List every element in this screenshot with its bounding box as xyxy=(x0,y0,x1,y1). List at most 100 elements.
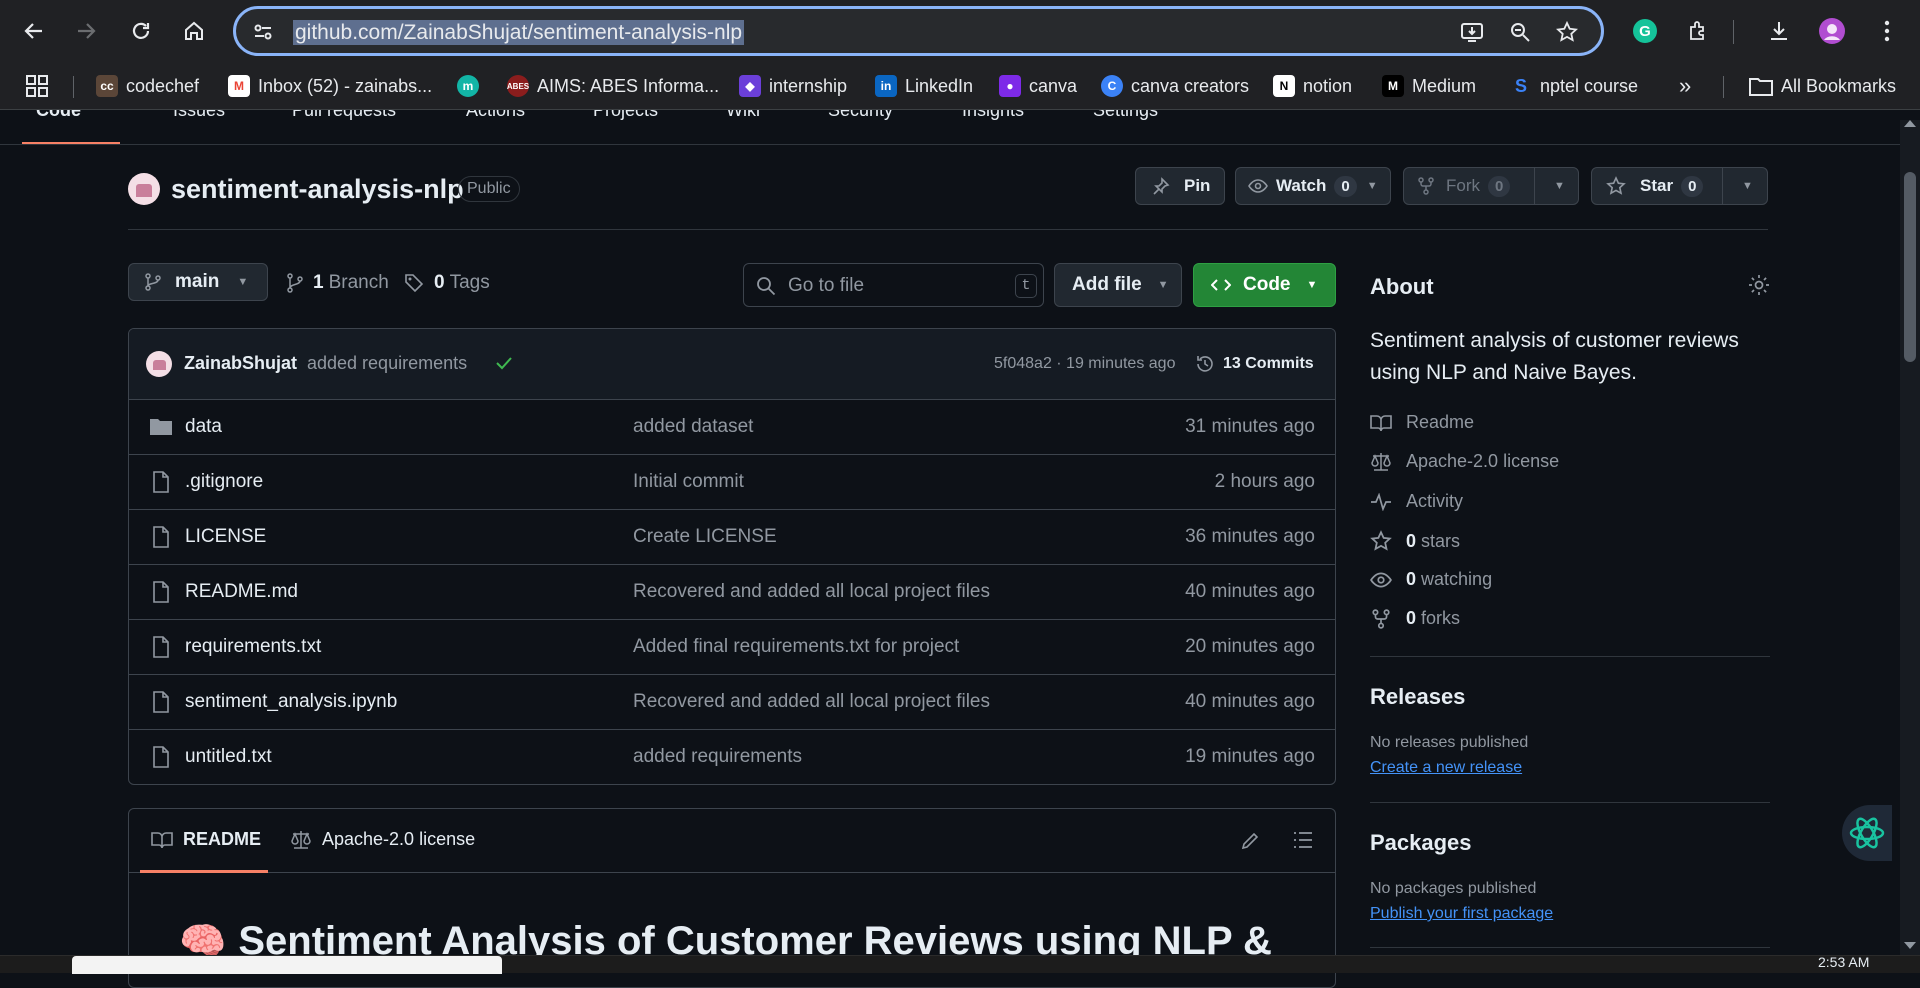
file-name[interactable]: untitled.txt xyxy=(185,746,272,768)
commit-message[interactable]: added requirements xyxy=(307,353,467,374)
table-row[interactable]: data added dataset 31 minutes ago xyxy=(129,400,1335,455)
releases-title[interactable]: Releases xyxy=(1370,684,1465,710)
bookmark-star-icon[interactable] xyxy=(1554,19,1580,45)
packages-title[interactable]: Packages xyxy=(1370,830,1472,856)
file-name[interactable]: requirements.txt xyxy=(185,636,321,658)
author-avatar[interactable] xyxy=(146,351,172,377)
commit-sha-time[interactable]: 5f048a2 · 19 minutes ago xyxy=(994,355,1175,373)
scrollbar-thumb[interactable] xyxy=(1904,172,1916,362)
table-row[interactable]: requirements.txt Added final requirement… xyxy=(129,620,1335,675)
file-name[interactable]: sentiment_analysis.ipynb xyxy=(185,691,397,713)
apps-grid-icon[interactable] xyxy=(26,72,48,100)
create-release-link[interactable]: Create a new release xyxy=(1370,759,1522,777)
star-button[interactable]: Star 0 ▼ xyxy=(1591,167,1768,205)
assistant-fab[interactable] xyxy=(1842,805,1892,861)
url-text[interactable]: github.com/ZainabShujat/sentiment-analys… xyxy=(291,20,746,45)
tab-projects[interactable]: Projects xyxy=(593,110,658,121)
site-settings-icon[interactable] xyxy=(250,19,276,45)
watching-link[interactable]: 0 watching xyxy=(1370,569,1492,590)
tab-security[interactable]: Security xyxy=(828,110,893,121)
scroll-up-icon[interactable] xyxy=(1904,120,1916,127)
bookmark-m[interactable]: m xyxy=(457,72,479,100)
forward-icon[interactable] xyxy=(69,14,103,48)
bookmark-canva[interactable]: ● canva xyxy=(999,72,1077,100)
publish-package-link[interactable]: Publish your first package xyxy=(1370,905,1553,923)
file-name[interactable]: .gitignore xyxy=(185,471,263,493)
file-commit-message[interactable]: Create LICENSE xyxy=(633,526,777,548)
star-dropdown-icon[interactable]: ▼ xyxy=(1742,180,1753,192)
license-link[interactable]: Apache-2.0 license xyxy=(1370,451,1559,472)
tab-actions[interactable]: Actions xyxy=(466,110,525,121)
zoom-icon[interactable] xyxy=(1507,19,1533,45)
all-bookmarks-button[interactable]: All Bookmarks xyxy=(1749,72,1896,100)
gear-icon[interactable] xyxy=(1748,274,1770,296)
table-row[interactable]: sentiment_analysis.ipynb Recovered and a… xyxy=(129,675,1335,730)
tab-pull-requests[interactable]: Pull requests xyxy=(292,110,396,121)
profile-avatar-icon[interactable] xyxy=(1815,14,1849,48)
taskbar-search[interactable] xyxy=(72,956,502,974)
file-name[interactable]: README.md xyxy=(185,581,298,603)
back-icon[interactable] xyxy=(17,14,51,48)
commits-link[interactable]: 13 Commits xyxy=(1195,354,1314,374)
commit-author[interactable]: ZainabShujat xyxy=(184,353,297,374)
downloads-icon[interactable] xyxy=(1762,14,1796,48)
watch-dropdown-icon[interactable]: ▼ xyxy=(1367,180,1378,192)
file-name[interactable]: LICENSE xyxy=(185,526,266,548)
pin-button[interactable]: Pin xyxy=(1135,167,1225,205)
bookmark-canva-creators[interactable]: Ccanva creators xyxy=(1101,72,1249,100)
grammarly-icon[interactable]: G xyxy=(1628,14,1662,48)
bookmark-nptel[interactable]: Snptel course xyxy=(1510,72,1638,100)
branch-selector[interactable]: main ▼ xyxy=(128,263,268,301)
more-bookmarks-button[interactable]: » xyxy=(1679,72,1691,100)
address-bar[interactable]: github.com/ZainabShujat/sentiment-analys… xyxy=(233,6,1604,56)
install-app-icon[interactable] xyxy=(1459,19,1485,45)
add-file-button[interactable]: Add file ▼ xyxy=(1054,263,1182,307)
bookmark-linkedin[interactable]: in LinkedIn xyxy=(875,72,973,100)
file-commit-message[interactable]: Initial commit xyxy=(633,471,744,493)
branches-link[interactable]: 1 Branch xyxy=(287,272,389,294)
tab-wiki[interactable]: Wiki xyxy=(726,110,760,121)
home-icon[interactable] xyxy=(177,14,211,48)
forks-link[interactable]: 0 forks xyxy=(1370,608,1460,629)
readme-link[interactable]: Readme xyxy=(1370,412,1474,433)
bookmark-aims[interactable]: ABES AIMS: ABES Informa... xyxy=(507,72,719,100)
fork-dropdown-icon[interactable]: ▼ xyxy=(1554,180,1565,192)
tags-link[interactable]: 0 Tags xyxy=(404,272,490,294)
file-name[interactable]: data xyxy=(185,416,222,438)
check-icon[interactable] xyxy=(495,355,513,371)
reload-icon[interactable] xyxy=(124,14,158,48)
file-commit-message[interactable]: Recovered and added all local project fi… xyxy=(633,581,990,603)
table-row[interactable]: untitled.txt added requirements 19 minut… xyxy=(129,730,1335,784)
tab-readme[interactable]: README xyxy=(151,829,261,850)
watch-button[interactable]: Watch 0 ▼ xyxy=(1235,167,1391,205)
tab-code[interactable]: Code xyxy=(36,110,81,121)
table-row[interactable]: .gitignore Initial commit 2 hours ago xyxy=(129,455,1335,510)
bookmark-notion[interactable]: Nnotion xyxy=(1273,72,1352,100)
extensions-icon[interactable] xyxy=(1682,14,1716,48)
file-commit-message[interactable]: added dataset xyxy=(633,416,753,438)
activity-link[interactable]: Activity xyxy=(1370,491,1463,512)
tab-issues[interactable]: Issues xyxy=(173,110,225,121)
owner-avatar[interactable] xyxy=(128,173,160,205)
tab-settings[interactable]: Settings xyxy=(1093,110,1158,121)
repo-title[interactable]: sentiment-analysis-nlp xyxy=(171,174,464,205)
go-to-file-input[interactable]: Go to file t xyxy=(743,263,1044,307)
bookmark-internship[interactable]: ◆ internship xyxy=(739,72,847,100)
tab-license[interactable]: Apache-2.0 license xyxy=(290,829,475,850)
edit-pencil-icon[interactable] xyxy=(1240,831,1260,851)
tab-insights[interactable]: Insights xyxy=(962,110,1024,121)
file-commit-message[interactable]: added requirements xyxy=(633,746,802,768)
browser-menu-icon[interactable] xyxy=(1870,14,1904,48)
bookmark-gmail[interactable]: M Inbox (52) - zainabs... xyxy=(228,72,432,100)
stars-link[interactable]: 0 stars xyxy=(1370,530,1460,552)
bookmark-medium[interactable]: M Medium xyxy=(1382,72,1476,100)
page-scrollbar[interactable] xyxy=(1900,120,1920,955)
file-commit-message[interactable]: Recovered and added all local project fi… xyxy=(633,691,990,713)
table-row[interactable]: LICENSE Create LICENSE 36 minutes ago xyxy=(129,510,1335,565)
code-button[interactable]: Code ▼ xyxy=(1193,263,1336,307)
bookmark-codechef[interactable]: cc codechef xyxy=(96,72,199,100)
file-commit-message[interactable]: Added final requirements.txt for project xyxy=(633,636,959,658)
outline-list-icon[interactable] xyxy=(1293,831,1313,849)
scroll-down-icon[interactable] xyxy=(1904,942,1916,949)
table-row[interactable]: README.md Recovered and added all local … xyxy=(129,565,1335,620)
